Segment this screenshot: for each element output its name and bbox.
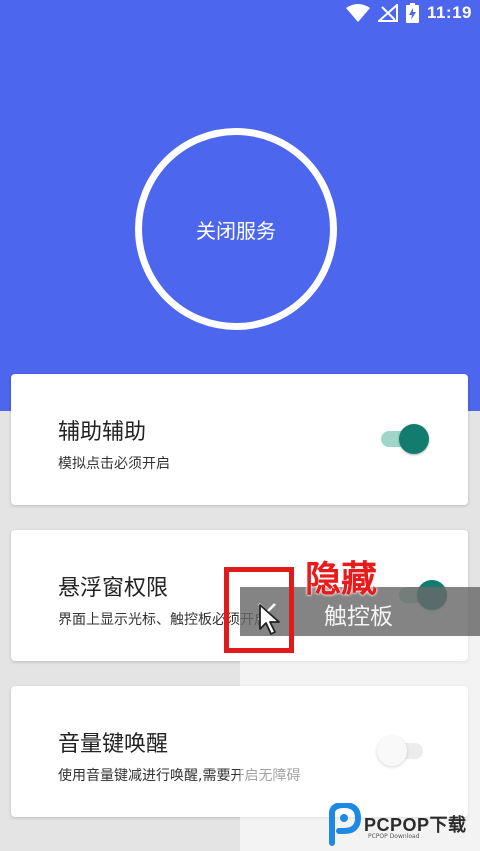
setting-subtitle-assist: 模拟点击必须开启 — [58, 456, 170, 472]
toggle-assist[interactable] — [379, 424, 429, 454]
no-signal-icon — [377, 4, 398, 22]
setting-card-assist: 辅助辅助 模拟点击必须开启 — [11, 374, 468, 505]
close-service-label: 关闭服务 — [196, 218, 276, 243]
battery-charging-icon — [405, 3, 419, 23]
pcpop-logo-icon — [329, 803, 362, 846]
watermark: PCPOP下载 PCPOP Download — [326, 803, 476, 848]
status-icons: 11:19 — [345, 2, 472, 24]
mouse-cursor-icon — [259, 604, 280, 635]
hide-annotation: 隐藏 — [305, 559, 378, 600]
setting-title-assist: 辅助辅助 — [58, 420, 147, 445]
setting-title-volume-wake: 音量键唤醒 — [58, 732, 169, 757]
setting-title-float-window: 悬浮窗权限 — [58, 576, 169, 601]
toggle-thumb — [399, 424, 429, 454]
status-time: 11:19 — [426, 3, 472, 22]
status-bar: 11:19 — [0, 0, 480, 26]
watermark-small: PCPOP Download — [368, 833, 420, 840]
close-service-button[interactable]: 关闭服务 — [135, 128, 337, 330]
wifi-icon — [345, 4, 370, 22]
touchpad-label: 触控板 — [324, 604, 393, 630]
service-header: 关闭服务 — [0, 26, 480, 411]
